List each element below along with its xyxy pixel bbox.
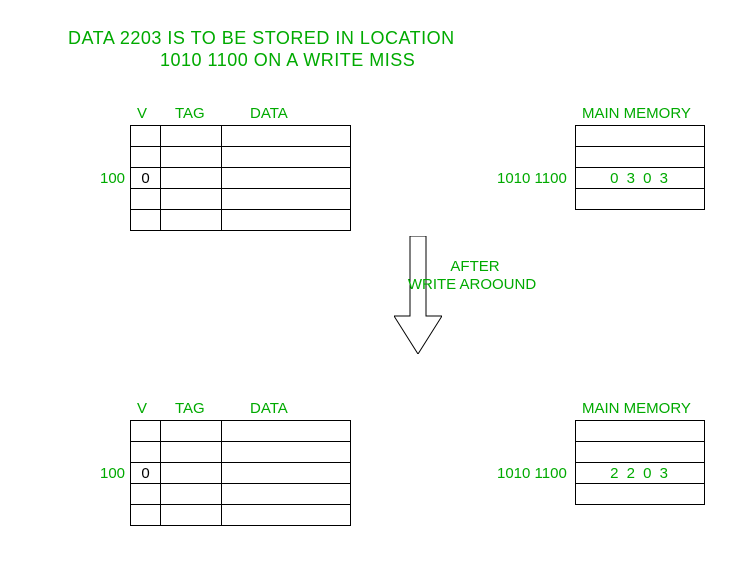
cache1-v-r0 (130, 125, 161, 147)
memory2-r2: 2 2 0 3 (575, 462, 705, 484)
memory2-r3 (575, 483, 705, 505)
cache2-data-r0 (221, 420, 351, 442)
memory2-heading: MAIN MEMORY (582, 400, 691, 417)
memory1-r3 (575, 188, 705, 210)
cache1-data-r3 (221, 188, 351, 210)
cache1-row-index: 100 (100, 170, 125, 187)
cache1-v-header: V (137, 105, 147, 122)
cache2-v-r0 (130, 420, 161, 442)
cache1-tag-header: TAG (175, 105, 205, 122)
cache2-data-header: DATA (250, 400, 288, 417)
cache2-data-r2 (221, 462, 351, 484)
title-line2: 1010 1100 ON A WRITE MISS (160, 50, 415, 71)
cache2-v-r4 (130, 504, 161, 526)
cache1-tag-r0 (160, 125, 222, 147)
memory1-r0 (575, 125, 705, 147)
memory1-heading: MAIN MEMORY (582, 105, 691, 122)
cache2-v-r3 (130, 483, 161, 505)
cache1-data-r2 (221, 167, 351, 189)
cache1-tag-r2 (160, 167, 222, 189)
memory1-addr: 1010 1100 (497, 170, 567, 187)
cache1-v-r4 (130, 209, 161, 231)
cache2-tag-r1 (160, 441, 222, 463)
arrow-label-1: AFTER (400, 258, 550, 275)
cache1-data-header: DATA (250, 105, 288, 122)
cache2-tag-r2 (160, 462, 222, 484)
memory2-r0 (575, 420, 705, 442)
cache2-data-r1 (221, 441, 351, 463)
memory1-r1 (575, 146, 705, 168)
cache1-v-r1 (130, 146, 161, 168)
cache2-v-header: V (137, 400, 147, 417)
cache1-tag-r4 (160, 209, 222, 231)
memory1-r2: 0 3 0 3 (575, 167, 705, 189)
cache2-data-r4 (221, 504, 351, 526)
cache1-v-r3 (130, 188, 161, 210)
cache2-row-index: 100 (100, 465, 125, 482)
cache2-v-r1 (130, 441, 161, 463)
cache1-v-r2: 0 (130, 167, 161, 189)
cache1-data-r0 (221, 125, 351, 147)
cache2-tag-r4 (160, 504, 222, 526)
title-line1: DATA 2203 IS TO BE STORED IN LOCATION (68, 28, 455, 49)
memory2-addr: 1010 1100 (497, 465, 567, 482)
cache2-tag-header: TAG (175, 400, 205, 417)
cache1-tag-r3 (160, 188, 222, 210)
cache1-data-r4 (221, 209, 351, 231)
cache1-data-r1 (221, 146, 351, 168)
cache2-tag-r0 (160, 420, 222, 442)
cache2-v-r2: 0 (130, 462, 161, 484)
cache1-tag-r1 (160, 146, 222, 168)
memory2-r1 (575, 441, 705, 463)
cache2-tag-r3 (160, 483, 222, 505)
arrow-label-2: WRITE AROOUND (372, 276, 572, 293)
arrow-down-icon (394, 236, 442, 354)
cache2-data-r3 (221, 483, 351, 505)
